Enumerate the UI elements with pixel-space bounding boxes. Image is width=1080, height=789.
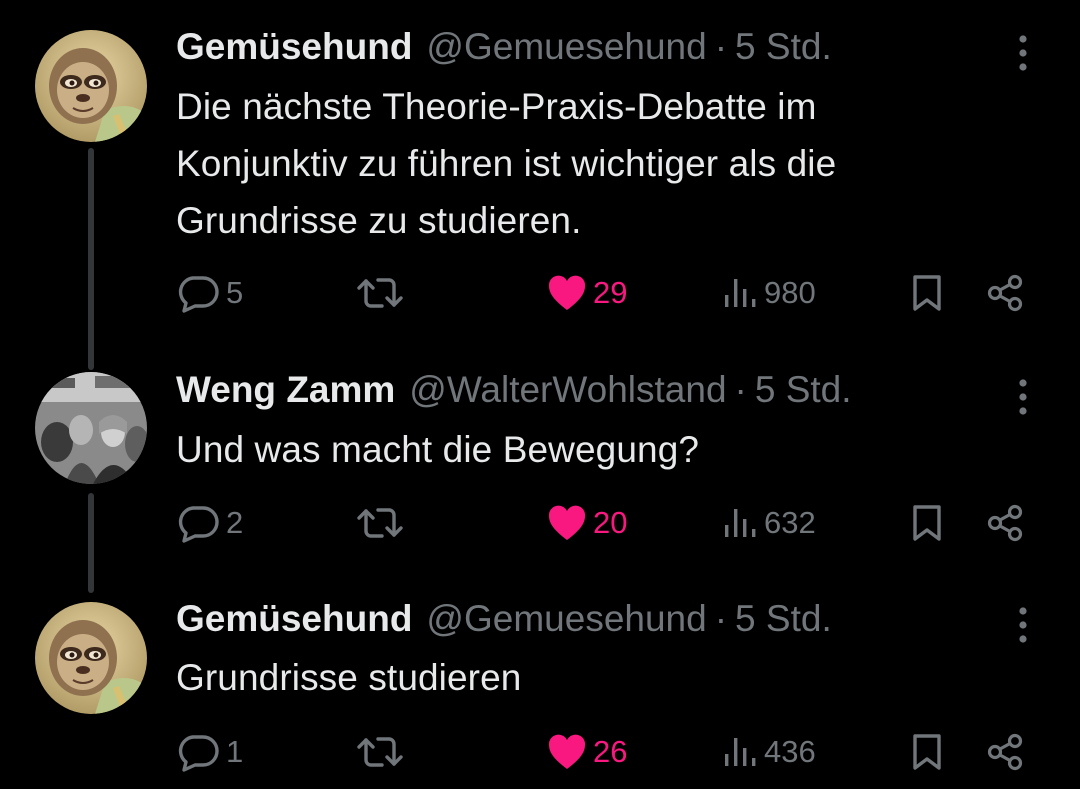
avatar[interactable] bbox=[35, 30, 147, 142]
like-count: 26 bbox=[593, 734, 628, 769]
reply-button[interactable]: 1 bbox=[176, 730, 243, 774]
tweet-text-line: Die nächste Theorie-Praxis-Debatte im bbox=[176, 86, 817, 127]
heart-icon bbox=[548, 505, 586, 540]
avatar[interactable] bbox=[35, 372, 147, 484]
reply-icon bbox=[178, 506, 219, 543]
bw-photo-avatar-icon bbox=[35, 372, 147, 484]
timestamp[interactable]: 5 Std. bbox=[735, 595, 832, 643]
view-count: 436 bbox=[764, 734, 816, 769]
more-icon bbox=[1019, 379, 1027, 415]
user-handle[interactable]: @Gemuesehund bbox=[426, 595, 706, 643]
user-handle[interactable]: @WalterWohlstand bbox=[409, 366, 726, 414]
like-count: 20 bbox=[593, 505, 628, 540]
bookmark-button[interactable] bbox=[910, 271, 944, 315]
separator-dot: · bbox=[714, 598, 728, 639]
retweet-icon bbox=[357, 737, 403, 767]
reply-button[interactable]: 2 bbox=[176, 501, 243, 545]
like-button[interactable]: 20 bbox=[547, 501, 627, 545]
views-icon bbox=[725, 509, 756, 537]
display-name[interactable]: Gemüsehund bbox=[176, 595, 412, 643]
reply-button[interactable]: 5 bbox=[176, 271, 243, 315]
like-button[interactable]: 26 bbox=[547, 730, 627, 774]
separator-dot: · bbox=[734, 369, 747, 410]
views-icon bbox=[725, 279, 756, 307]
tweet-header: Gemüsehund @Gemuesehund · 5 Std. bbox=[176, 595, 960, 643]
timestamp[interactable]: 5 Std. bbox=[755, 366, 852, 414]
display-name[interactable]: Gemüsehund bbox=[176, 23, 412, 71]
share-button[interactable] bbox=[985, 271, 1025, 315]
share-icon bbox=[987, 274, 1023, 312]
view-count: 980 bbox=[764, 275, 816, 310]
tweet-text: Die nächste Theorie-Praxis-Debatte im Ko… bbox=[176, 78, 970, 249]
view-count: 632 bbox=[764, 505, 816, 540]
views-button[interactable]: 980 bbox=[722, 271, 816, 315]
tweet-text: Grundrisse studieren bbox=[176, 649, 970, 706]
bookmark-icon bbox=[913, 275, 941, 311]
views-icon bbox=[725, 738, 756, 766]
retweet-button[interactable] bbox=[356, 271, 404, 315]
retweet-icon bbox=[357, 508, 403, 538]
share-button[interactable] bbox=[985, 730, 1025, 774]
tweet-text-line: Und was macht die Bewegung? bbox=[176, 429, 700, 470]
heart-icon bbox=[548, 275, 586, 310]
tweet-text: Und was macht die Bewegung? bbox=[176, 421, 970, 478]
more-options-button[interactable] bbox=[1016, 33, 1030, 73]
share-icon bbox=[987, 504, 1023, 542]
like-button[interactable]: 29 bbox=[547, 271, 627, 315]
tweet[interactable]: Gemüsehund @Gemuesehund · 5 Std. Grundri… bbox=[0, 575, 1080, 789]
tweet-text-line: Grundrisse zu studieren. bbox=[176, 200, 582, 241]
reply-icon bbox=[178, 735, 219, 772]
reply-count: 2 bbox=[226, 505, 244, 540]
avatar[interactable] bbox=[35, 602, 147, 714]
share-button[interactable] bbox=[985, 501, 1025, 545]
tweet-text-line: Grundrisse studieren bbox=[176, 657, 522, 698]
reply-count: 5 bbox=[226, 275, 244, 310]
retweet-icon bbox=[357, 278, 403, 308]
bookmark-button[interactable] bbox=[910, 501, 944, 545]
bookmark-icon bbox=[913, 734, 941, 770]
sloth-avatar-icon bbox=[35, 602, 147, 714]
more-options-button[interactable] bbox=[1016, 377, 1030, 417]
tweet-header: Weng Zamm @WalterWohlstand · 5 Std. bbox=[176, 366, 960, 414]
separator-dot: · bbox=[714, 26, 728, 67]
reply-count: 1 bbox=[226, 734, 244, 769]
sloth-avatar-icon bbox=[35, 30, 147, 142]
views-button[interactable]: 436 bbox=[722, 730, 816, 774]
reply-icon bbox=[178, 276, 219, 313]
like-count: 29 bbox=[593, 275, 628, 310]
tweet[interactable]: Gemüsehund @Gemuesehund · 5 Std. Die näc… bbox=[0, 0, 1080, 345]
action-bar: 1 26 436 bbox=[0, 730, 1080, 774]
views-button[interactable]: 632 bbox=[722, 501, 816, 545]
thread-connector-line bbox=[88, 148, 94, 370]
retweet-button[interactable] bbox=[356, 501, 404, 545]
bookmark-button[interactable] bbox=[910, 730, 944, 774]
more-icon bbox=[1019, 35, 1027, 71]
tweet-text-line: Konjunktiv zu führen ist wichtiger als d… bbox=[176, 143, 837, 184]
timestamp[interactable]: 5 Std. bbox=[735, 23, 832, 71]
share-icon bbox=[987, 733, 1023, 771]
bookmark-icon bbox=[913, 505, 941, 541]
action-bar: 2 20 632 bbox=[0, 501, 1080, 545]
tweet[interactable]: Weng Zamm @WalterWohlstand · 5 Std. Und … bbox=[0, 345, 1080, 575]
display-name[interactable]: Weng Zamm bbox=[176, 366, 395, 414]
more-options-button[interactable] bbox=[1016, 605, 1030, 645]
more-icon bbox=[1019, 607, 1027, 643]
tweet-header: Gemüsehund @Gemuesehund · 5 Std. bbox=[176, 23, 960, 71]
retweet-button[interactable] bbox=[356, 730, 404, 774]
action-bar: 5 29 980 bbox=[0, 271, 1080, 315]
user-handle[interactable]: @Gemuesehund bbox=[426, 23, 706, 71]
heart-icon bbox=[548, 734, 586, 769]
